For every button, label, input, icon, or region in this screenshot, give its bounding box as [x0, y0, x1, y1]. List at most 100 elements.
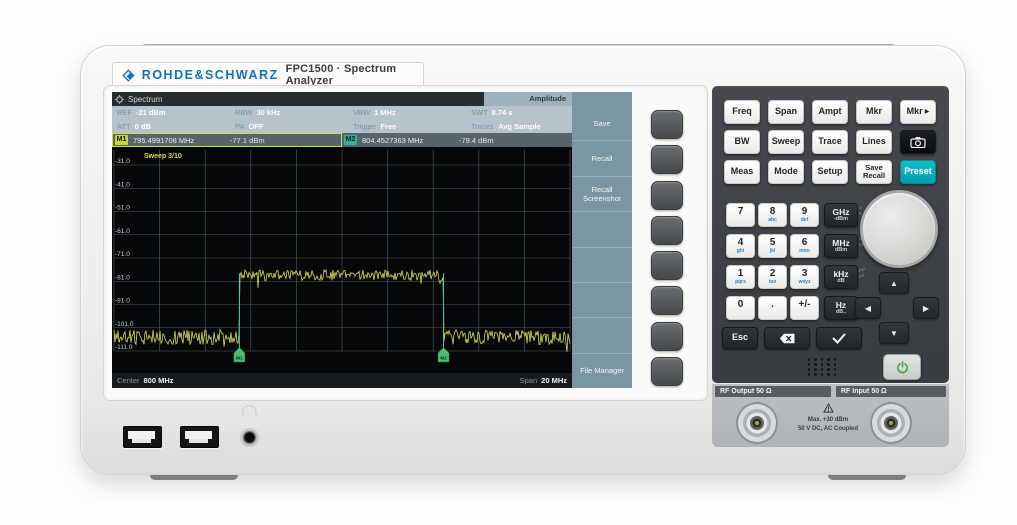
marker-level: -77.1 dBm	[230, 136, 265, 145]
rf-input-connector	[868, 400, 914, 446]
marker-flag-label: M1	[236, 356, 243, 361]
unit-key-ghz[interactable]: GHz-dBm	[824, 203, 858, 227]
mode-label: Spectrum	[128, 95, 162, 104]
span-label: Span	[520, 376, 538, 385]
headphone-icon	[241, 404, 258, 418]
arrow-left-key[interactable]: ◀	[855, 297, 881, 319]
instrument-front-panel: ROHDE&SCHWARZ FPC1500 · Spectrum Analyze…	[0, 0, 1017, 525]
span-key[interactable]: Span	[768, 100, 804, 124]
freq-key[interactable]: Freq	[724, 100, 760, 124]
sweep-key[interactable]: Sweep	[768, 130, 804, 154]
spectrum-graph[interactable]: -31.0-41.0-51.0-61.0-71.0-81.0-91.0-101.…	[112, 147, 572, 373]
y-axis-tick-label: -61.0	[115, 228, 130, 235]
softkey-button-7[interactable]	[651, 322, 683, 351]
lcd-screen[interactable]: Spectrum Amplitude REF -21 dBm RBW30 kHzVB…	[112, 92, 632, 388]
esc-key[interactable]: Esc	[722, 327, 758, 349]
unit-key-hz[interactable]: HzdB..	[824, 296, 858, 320]
softkey-button-8[interactable]	[651, 357, 683, 386]
setting-att[interactable]: ATT0 dB	[112, 122, 230, 131]
digit-key-5[interactable]: 5jkl	[758, 234, 787, 258]
unit-key-mhz[interactable]: MHzdBm	[824, 234, 858, 258]
setting-ref[interactable]: REF -21 dBm	[112, 108, 230, 117]
setting-value: Free	[380, 122, 396, 131]
digit-key-8[interactable]: 8abc	[758, 203, 787, 227]
bw-key[interactable]: BW	[724, 130, 760, 154]
screenshot-key[interactable]	[900, 130, 936, 154]
digit-key-6[interactable]: 6mno	[790, 234, 819, 258]
setting-label: SWT	[471, 108, 488, 117]
marker-badge: M2	[344, 135, 357, 145]
softkey-slot-8-file-manager[interactable]: File Manager	[572, 354, 632, 388]
arrow-down-key[interactable]: ▼	[879, 322, 909, 344]
trace-key[interactable]: Trace	[812, 130, 848, 154]
backspace-icon	[779, 333, 796, 344]
softkey-slot-1-save[interactable]: Save	[572, 106, 632, 141]
y-axis-tick-label: -91.0	[115, 298, 130, 305]
softkey-button-2[interactable]	[651, 145, 683, 174]
camera-icon	[910, 136, 926, 148]
softkey-slot-3-recall-screenshot[interactable]: Recall Screenshot	[572, 177, 632, 212]
digit-key-dot[interactable]: .	[758, 296, 787, 320]
setting-trigger[interactable]: TriggerFree	[348, 122, 466, 131]
power-icon	[896, 361, 909, 374]
backspace-key[interactable]	[764, 327, 810, 349]
saverecall-key[interactable]: SaveRecall	[856, 160, 892, 184]
warning-triangle-icon	[823, 403, 834, 413]
marker-readout-m2[interactable]: M2804.4527363 MHz-79.4 dBm	[342, 133, 572, 147]
y-axis-tick-label: -51.0	[115, 205, 130, 212]
marker-level: -79.4 dBm	[459, 136, 494, 145]
digit-key-4[interactable]: 4ghi	[726, 234, 755, 258]
digit-key-2[interactable]: 2tuv	[758, 265, 787, 289]
lines-key[interactable]: Lines	[856, 130, 892, 154]
center-value[interactable]: 800 MHz	[144, 376, 174, 385]
softkey-button-3[interactable]	[651, 181, 683, 210]
mkr-key[interactable]: Mkr▶	[900, 100, 936, 124]
marker-readout-m1[interactable]: M1795.4991708 MHz-77.1 dBm	[112, 133, 342, 147]
setting-rbw[interactable]: RBW30 kHz	[230, 108, 348, 117]
softkey-slot-7[interactable]	[572, 318, 632, 353]
digit-key-0[interactable]: 0	[726, 296, 755, 320]
digit-key-3[interactable]: 3wxyz	[790, 265, 819, 289]
softkey-menu: SaveRecallRecall Screenshot File Manager	[572, 106, 632, 388]
usb-port-1	[123, 426, 162, 448]
setting-trace1[interactable]: Trace1Avg Sample	[466, 122, 572, 131]
softkey-button-1[interactable]	[651, 110, 683, 139]
arrow-right-key[interactable]: ▶	[913, 297, 939, 319]
softkey-slot-5[interactable]	[572, 248, 632, 283]
preset-key[interactable]: Preset	[900, 160, 936, 184]
digit-key-9[interactable]: 9def	[790, 203, 819, 227]
rotary-knob[interactable]	[860, 190, 938, 268]
enter-key[interactable]	[816, 327, 862, 349]
arrow-up-key[interactable]: ▲	[879, 272, 909, 294]
screen-title-bar: Spectrum Amplitude	[112, 92, 632, 106]
softkey-button-5[interactable]	[651, 251, 683, 280]
softkey-button-4[interactable]	[651, 216, 683, 245]
sweep-counter-label: Sweep 3/10	[144, 153, 182, 160]
digit-key-7[interactable]: 7	[726, 203, 755, 227]
setting-value: 0 dB	[135, 122, 151, 131]
setting-pa[interactable]: PAOFF	[230, 122, 348, 131]
center-label: Center	[117, 376, 140, 385]
setting-swt[interactable]: SWT8.74 s	[466, 108, 572, 117]
softkey-slot-6[interactable]	[572, 283, 632, 318]
mode-key[interactable]: Mode	[768, 160, 804, 184]
meas-key[interactable]: Meas	[724, 160, 760, 184]
setting-vbw[interactable]: VBW1 MHz	[348, 108, 466, 117]
span-value[interactable]: 20 MHz	[541, 376, 567, 385]
ampt-key[interactable]: Ampt	[812, 100, 848, 124]
active-menu-title: Amplitude	[484, 92, 572, 106]
setup-key[interactable]: Setup	[812, 160, 848, 184]
softkey-slot-4[interactable]	[572, 212, 632, 247]
setting-label: REF	[117, 108, 132, 117]
unit-side-label: µVµs	[859, 268, 873, 280]
power-button[interactable]	[883, 354, 921, 380]
unit-key-khz[interactable]: kHzdB	[824, 265, 858, 289]
marker-flag-label: M2	[440, 356, 447, 361]
setting-value: -21 dBm	[136, 108, 166, 117]
mkr-key[interactable]: Mkr	[856, 100, 892, 124]
digit-key-plusminus[interactable]: +/-	[790, 296, 819, 320]
softkey-slot-2-recall[interactable]: Recall	[572, 141, 632, 176]
softkey-button-6[interactable]	[651, 286, 683, 315]
model-name: FPC1500 · Spectrum Analyzer	[286, 63, 423, 87]
digit-key-1[interactable]: 1pqrs	[726, 265, 755, 289]
